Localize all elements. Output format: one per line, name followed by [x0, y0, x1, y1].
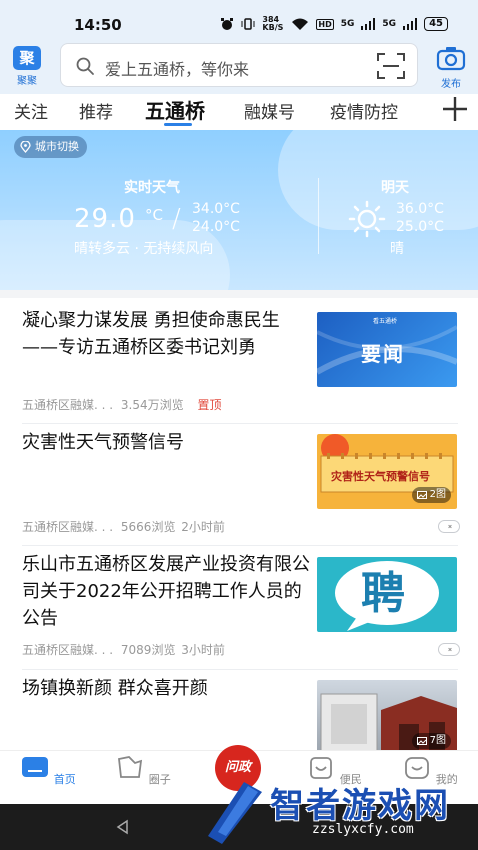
- news-meta-3: 五通桥区融媒. . . 7089浏览 3小时前: [22, 641, 225, 658]
- news-item-4[interactable]: 场镇换新颜 群众喜开颜 7图: [0, 670, 478, 755]
- dismiss-button-3[interactable]: [438, 643, 460, 656]
- camera-icon: [436, 47, 466, 71]
- battery-indicator: 45: [424, 17, 448, 31]
- news-views-3: 7089浏览: [120, 643, 176, 657]
- now-temperature-unit: °C: [145, 206, 163, 224]
- vibrate-icon: [241, 18, 255, 30]
- thumbnail-small-text: 看五通桥: [373, 318, 398, 325]
- tab-rongmeihao[interactable]: 融媒号: [244, 98, 295, 123]
- tab-epidemic[interactable]: 疫情防控: [330, 98, 398, 123]
- news-title-2: 灾害性天气预警信号: [22, 432, 184, 453]
- news-time-3: 3小时前: [181, 643, 225, 657]
- watermark-title: 智者游戏网: [270, 786, 450, 826]
- status-icons: 384 KB/S HD 5G 5G 45: [220, 15, 448, 33]
- pinned-tag: 置顶: [197, 398, 222, 412]
- news-item-3[interactable]: 乐山市五通桥区发展产业投资有限公司关于2022年公开招聘工作人员的公告 五通桥区…: [0, 546, 478, 670]
- publish-label: 发布: [441, 79, 461, 90]
- nav-circle[interactable]: 圈子: [113, 755, 173, 787]
- watermark-url: zzslyxcfy.com: [312, 822, 414, 837]
- temp-slash: /: [172, 204, 181, 234]
- now-high: 34.0°C: [192, 201, 240, 217]
- news-item-2[interactable]: 灾害性天气预警信号 五通桥区融媒. . . 5666浏览 2小时前 灾害性天气预…: [0, 424, 478, 546]
- tab-recommend[interactable]: 推荐: [79, 98, 113, 123]
- city-switch-label: 城市切换: [35, 140, 79, 153]
- thumbnail-text-3: 聘: [361, 568, 405, 619]
- news-source-2: 五通桥区融媒. . .: [22, 520, 114, 534]
- watermark-logo-icon: [208, 782, 262, 844]
- image-count-badge: 2图: [411, 487, 451, 503]
- now-temperature: 29.0: [74, 204, 136, 234]
- news-thumbnail: 看五通桥 要闻: [317, 312, 457, 387]
- image-icon: [416, 491, 427, 499]
- news-meta: 五通桥区融媒. . . 3.54万浏览 置顶: [22, 396, 221, 413]
- thumbnail-text: 要闻: [361, 342, 405, 366]
- news-meta-2: 五通桥区融媒. . . 5666浏览 2小时前: [22, 518, 225, 535]
- news-thumbnail-4: 7图: [317, 680, 457, 755]
- weather-banner[interactable]: 城市切换 实时天气 29.0 °C / 34.0°C 24.0°C 晴转多云 ·…: [0, 130, 478, 290]
- news-item[interactable]: 凝心聚力谋发展 勇担使命惠民生 ——专访五通桥区委书记刘勇 五通桥区融媒. . …: [0, 298, 478, 424]
- back-icon[interactable]: [115, 819, 131, 835]
- signal-bars-icon: [361, 18, 376, 30]
- juju-label: 聚聚: [17, 76, 37, 87]
- now-weather-title: 实时天气: [124, 180, 180, 196]
- status-time: 14:50: [74, 16, 122, 34]
- news-source-3: 五通桥区融媒. . .: [22, 643, 114, 657]
- news-views: 3.54万浏览: [120, 398, 184, 412]
- site-watermark: 智者游戏网 zzslyxcfy.com: [200, 770, 478, 850]
- news-thumbnail-3: 聘: [317, 557, 457, 632]
- top-header: 聚 聚聚 爱上五通桥，等你来 发布: [0, 38, 478, 94]
- image-count-badge-4: 7图: [411, 733, 451, 749]
- thumbnail-text-2: 灾害性天气预警信号: [331, 470, 430, 483]
- nav-home[interactable]: 首页: [18, 755, 78, 787]
- search-icon: [76, 57, 94, 75]
- image-count-4: 7图: [429, 735, 446, 746]
- alarm-icon: [221, 18, 234, 30]
- nav-home-label: 首页: [53, 773, 76, 786]
- search-bar[interactable]: 爱上五通桥，等你来: [60, 43, 418, 87]
- dismiss-button[interactable]: [438, 520, 460, 533]
- location-pin-icon: [20, 141, 31, 153]
- network-speed: 384 KB/S: [262, 15, 284, 32]
- tomorrow-high: 36.0°C: [396, 201, 444, 217]
- channel-tabs: 关注 推荐 五通桥 融媒号 疫情防控: [0, 94, 478, 132]
- news-title-3: 乐山市五通桥区发展产业投资有限公司关于2022年公开招聘工作人员的公告: [22, 554, 310, 629]
- nav-circle-label: 圈子: [148, 773, 171, 786]
- add-channel-icon[interactable]: [440, 94, 470, 124]
- wifi-icon: [292, 18, 309, 30]
- home-icon: [22, 757, 49, 777]
- news-thumbnail-2: 灾害性天气预警信号 2图: [317, 434, 457, 509]
- publish-button[interactable]: 发布: [434, 45, 468, 90]
- hd-badge: HD: [316, 18, 334, 30]
- scan-icon[interactable]: [377, 53, 405, 79]
- search-placeholder: 爱上五通桥，等你来: [105, 60, 250, 79]
- weather-divider: [318, 178, 319, 254]
- active-tab-underline: [164, 123, 192, 126]
- news-views-2: 5666浏览: [120, 520, 176, 534]
- juju-logo-icon: 聚: [13, 46, 41, 70]
- now-low: 24.0°C: [192, 219, 240, 235]
- city-switch-button[interactable]: 城市切换: [14, 136, 87, 158]
- now-description: 晴转多云 · 无持续风向: [74, 241, 214, 257]
- juju-button[interactable]: 聚 聚聚: [10, 46, 44, 87]
- signal-5g-1: 5G: [340, 19, 355, 29]
- image-count: 2图: [429, 489, 446, 500]
- news-time-2: 2小时前: [181, 520, 225, 534]
- signal-bars-icon-2: [403, 18, 418, 30]
- tab-wutongqiao[interactable]: 五通桥: [145, 95, 205, 124]
- image-icon-4: [416, 737, 427, 745]
- tomorrow-low: 25.0°C: [396, 219, 444, 235]
- sunny-icon: [348, 200, 386, 238]
- tomorrow-description: 晴: [390, 241, 404, 257]
- news-title-4: 场镇换新颜 群众喜开颜: [22, 678, 208, 699]
- circle-icon: [118, 756, 143, 778]
- news-title: 凝心聚力谋发展 勇担使命惠民生 ——专访五通桥区委书记刘勇: [22, 310, 280, 358]
- section-separator: [0, 290, 478, 298]
- tomorrow-title: 明天: [381, 180, 409, 196]
- signal-5g-2: 5G: [382, 19, 397, 29]
- tab-follow[interactable]: 关注: [14, 98, 48, 123]
- news-source: 五通桥区融媒. . .: [22, 398, 114, 412]
